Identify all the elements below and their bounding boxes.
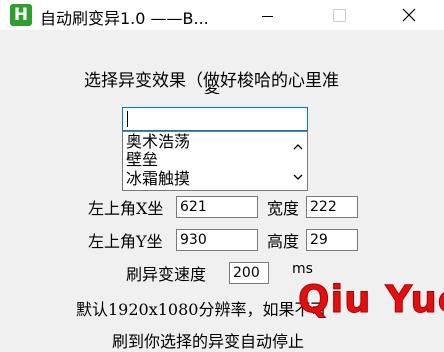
text-caret [127,111,128,127]
window-title: 自动刷变异1.0 ——B... [40,9,209,28]
watermark: Qiu Yue [298,278,444,322]
minimize-button[interactable] [244,0,290,30]
scroll-up-button[interactable] [289,137,307,155]
effect-dropdown-list[interactable]: 奥术浩荡 壁垒 冰霜触摸 [122,131,308,191]
effect-combo-input[interactable] [122,107,308,131]
top-left-x-label: 左上角X坐 [88,199,164,218]
auto-stop-note: 刷到你选择的异变自动停止 [112,332,305,351]
minimize-icon [261,15,273,17]
list-item[interactable]: 壁垒 [126,150,158,169]
dropdown-scrollbar[interactable] [289,132,307,190]
scroll-down-button[interactable] [289,168,307,186]
width-input[interactable]: 222 [306,196,358,218]
height-input[interactable]: 29 [306,229,358,251]
speed-label: 刷异变速度 [126,265,207,284]
speed-input[interactable]: 200 [229,262,269,284]
height-label: 高度 [267,232,300,251]
top-left-y-label: 左上角Y坐 [88,232,163,251]
speed-unit-label: ms [292,261,313,277]
title-bar: H 自动刷变异1.0 ——B... [0,0,444,30]
top-left-y-input[interactable]: 930 [176,229,258,251]
resolution-note: 默认1920x1080分辨率，如果不可 [76,300,327,319]
close-icon [402,8,416,22]
app-icon: H [10,4,32,26]
maximize-button[interactable] [316,0,362,30]
chevron-up-icon [293,143,303,149]
list-item[interactable]: 奥术浩荡 [126,132,190,151]
dialog-body: 选择异变效果（做好梭哈的心里准 备 奥术浩荡 壁垒 冰霜触摸 左上角X坐 621… [0,30,444,351]
chevron-down-icon [293,174,303,180]
width-label: 宽度 [267,199,300,218]
top-left-x-input[interactable]: 621 [176,196,258,218]
list-item[interactable]: 冰霜触摸 [126,169,190,188]
close-button[interactable] [386,0,432,30]
effect-prompt-continuation: 备 [204,86,222,94]
maximize-icon [332,8,346,22]
